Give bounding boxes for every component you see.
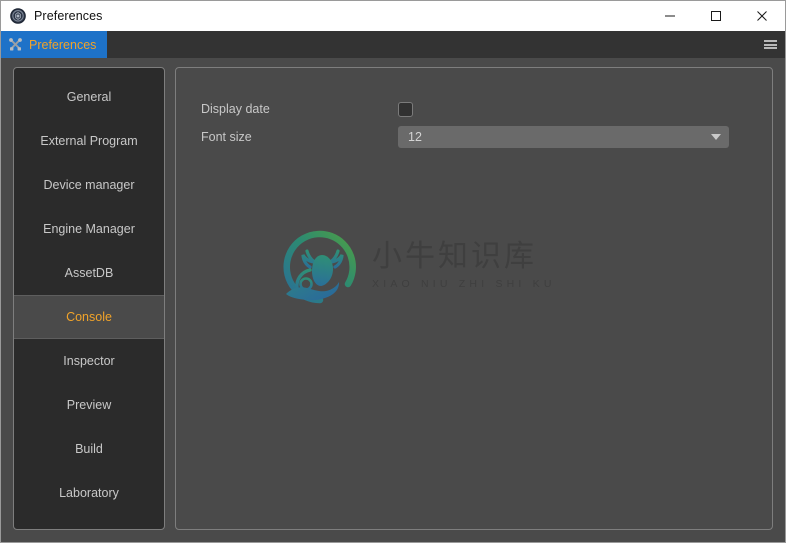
close-button[interactable]	[739, 1, 785, 31]
tab-preferences[interactable]: Preferences	[1, 31, 108, 58]
menu-bar-1	[763, 40, 777, 42]
settings-form: Display date Font size 12	[176, 68, 772, 151]
display-date-checkbox[interactable]	[398, 101, 413, 117]
settings-category-sidebar: General External Program Device manager …	[13, 67, 165, 530]
sidebar-item-engine-manager[interactable]: Engine Manager	[14, 207, 164, 251]
sidebar-item-label: Preview	[66, 398, 112, 412]
sidebar-item-assetdb[interactable]: AssetDB	[14, 251, 164, 295]
watermark-text: 小牛知识库 XIAO NIU ZHI SHI KU	[372, 241, 556, 290]
tab-bar: Preferences	[1, 31, 785, 58]
tab-label: Preferences	[29, 37, 97, 52]
maximize-icon	[711, 11, 721, 21]
minimize-button[interactable]	[647, 1, 693, 31]
sidebar-item-external-program[interactable]: External Program	[14, 119, 164, 163]
font-size-dropdown[interactable]: 12	[398, 126, 729, 148]
window-body: General External Program Device manager …	[1, 58, 785, 542]
sidebar-item-console[interactable]: Console	[14, 295, 164, 339]
watermark-chinese: 小牛知识库	[372, 239, 537, 275]
field-row-display-date: Display date	[176, 95, 772, 123]
sidebar-item-label: General	[66, 90, 112, 104]
sidebar-item-label: External Program	[40, 134, 138, 148]
sidebar-item-label: Device manager	[43, 178, 135, 192]
sidebar-item-general[interactable]: General	[14, 75, 164, 119]
watermark-pinyin: XIAO NIU ZHI SHI KU	[372, 277, 556, 290]
tools-icon	[8, 37, 23, 52]
preferences-window: Preferences Preferences General External…	[0, 0, 786, 543]
settings-content-panel: Display date Font size 12 小牛知识库 XIAO NIU…	[175, 67, 773, 530]
sidebar-item-label: Inspector	[63, 354, 115, 368]
tab-bar-spacer	[107, 31, 755, 58]
sidebar-item-inspector[interactable]: Inspector	[14, 339, 164, 383]
display-date-label: Display date	[201, 102, 270, 116]
sidebar-item-label: AssetDB	[64, 266, 114, 280]
menu-bar-3	[763, 47, 777, 49]
window-title: Preferences	[34, 9, 103, 23]
window-controls	[647, 1, 785, 31]
font-size-label: Font size	[201, 130, 252, 144]
sidebar-item-label: Laboratory	[59, 486, 119, 500]
field-row-font-size: Font size 12	[176, 123, 772, 151]
sidebar-item-label: Engine Manager	[43, 222, 135, 236]
close-icon	[757, 11, 767, 21]
minimize-icon	[665, 15, 675, 17]
menu-bar-2	[763, 43, 777, 46]
font-size-value: 12	[408, 130, 422, 144]
sidebar-item-preview[interactable]: Preview	[14, 383, 164, 427]
ox-in-circle-logo-icon	[276, 222, 362, 310]
watermark: 小牛知识库 XIAO NIU ZHI SHI KU	[276, 218, 551, 313]
sidebar-item-build[interactable]: Build	[14, 427, 164, 471]
sidebar-item-label: Console	[66, 310, 112, 324]
sidebar-item-laboratory[interactable]: Laboratory	[14, 471, 164, 515]
sidebar-item-label: Build	[75, 442, 103, 456]
sidebar-item-device-manager[interactable]: Device manager	[14, 163, 164, 207]
app-logo-icon	[10, 8, 26, 24]
hamburger-menu-icon[interactable]	[755, 31, 785, 58]
window-titlebar: Preferences	[1, 1, 785, 31]
chevron-down-icon	[711, 134, 721, 140]
maximize-button[interactable]	[693, 1, 739, 31]
